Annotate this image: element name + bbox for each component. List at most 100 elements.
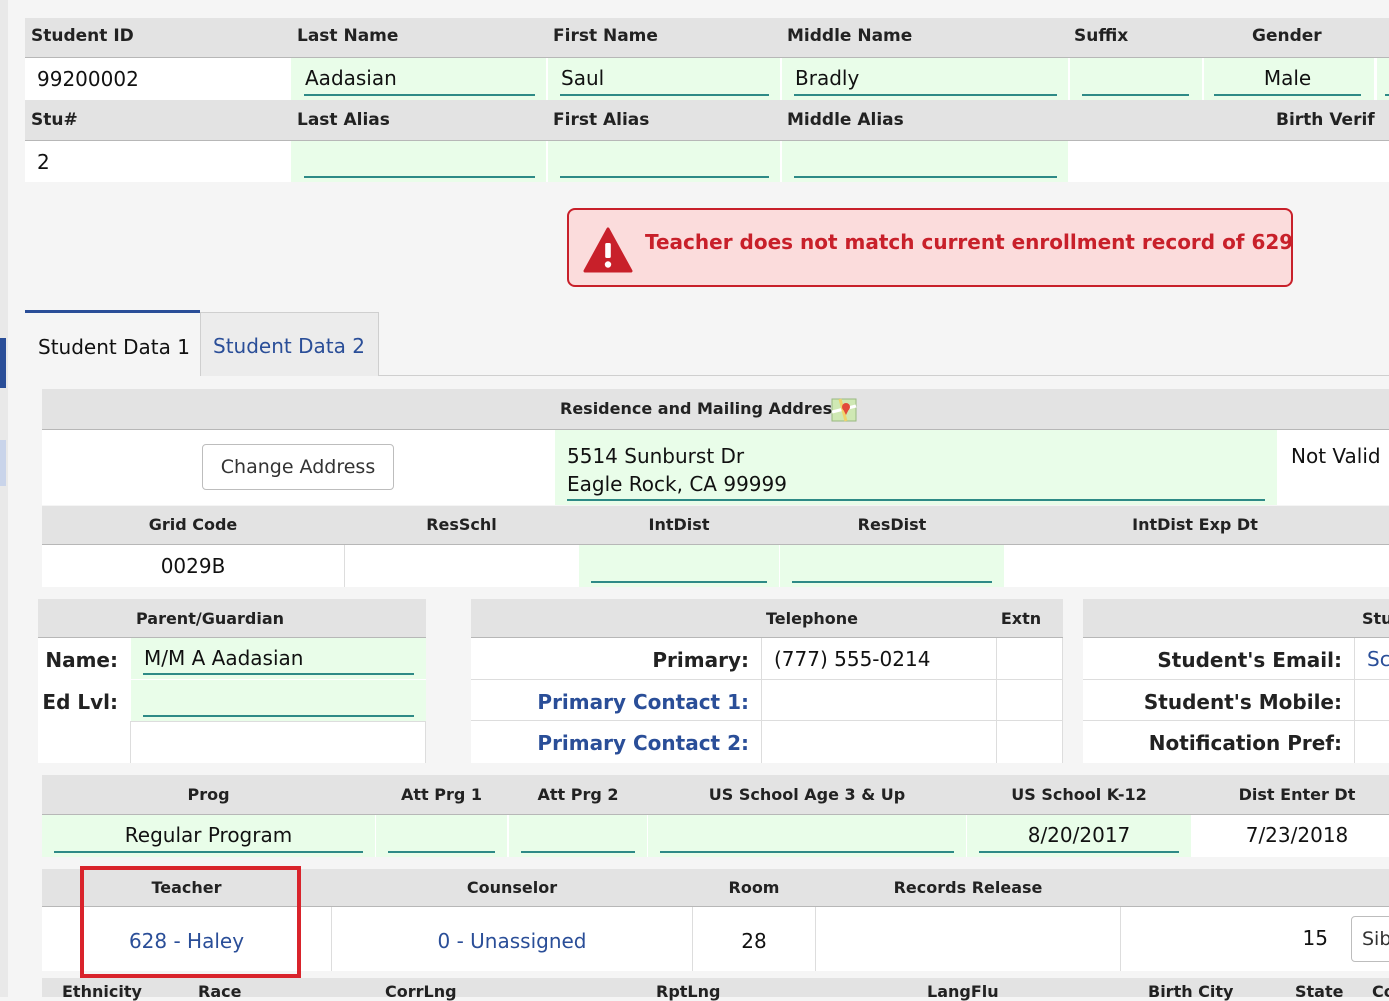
- header-suffix: Suffix: [1074, 26, 1129, 46]
- tab-student-data-1-label: Student Data 1: [38, 335, 190, 359]
- last-alias-input[interactable]: [304, 145, 535, 178]
- warning-icon: [583, 227, 633, 273]
- header-records-release: Records Release: [893, 878, 1043, 897]
- alert-message: Teacher does not match current enrollmen…: [645, 230, 1294, 254]
- grid-separator: [344, 545, 345, 587]
- header-co: Co: [1372, 982, 1389, 1001]
- header-birth-verif: Birth Verif: [1276, 110, 1375, 130]
- resdist-input[interactable]: [792, 549, 992, 583]
- dist-enter-dt-value: 7/23/2018: [1245, 823, 1349, 847]
- student-email-link[interactable]: Sc: [1367, 647, 1389, 671]
- header-us-school-age: US School Age 3 & Up: [708, 785, 906, 804]
- teacher-highlight-box: [80, 866, 301, 978]
- telephone-title: Telephone: [765, 609, 859, 628]
- header-last-name: Last Name: [297, 26, 399, 46]
- header-langflu: LangFlu: [927, 982, 999, 1001]
- header-first-name: First Name: [553, 26, 658, 46]
- tab-student-data-2[interactable]: Student Data 2: [200, 312, 379, 376]
- sibling-button[interactable]: Sib: [1351, 916, 1389, 962]
- parent-col-separator: [130, 721, 131, 763]
- header-stu-num: Stu#: [31, 110, 78, 130]
- header-resschl: ResSchl: [426, 515, 497, 534]
- telephone-row-sep-2: [471, 720, 1063, 721]
- header-corrlng: CorrLng: [385, 982, 457, 1001]
- first-name-value: Saul: [561, 66, 605, 90]
- gender-value: Male: [1263, 66, 1312, 90]
- records-count-value: 15: [1302, 926, 1328, 950]
- address-line-1: 5514 Sunburst Dr: [567, 444, 745, 468]
- student-contact-header: [1083, 599, 1389, 638]
- header-rptlng: RptLng: [656, 982, 721, 1001]
- telephone-row-sep-1: [471, 679, 1063, 680]
- header-race: Race: [198, 982, 242, 1001]
- enrollment-alert: Teacher does not match current enrollmen…: [567, 208, 1293, 287]
- header-counselor: Counselor: [466, 878, 558, 897]
- header-grid-code: Grid Code: [148, 515, 238, 534]
- map-icon[interactable]: [831, 398, 857, 422]
- first-alias-input[interactable]: [560, 145, 769, 178]
- header-dist-enter-dt: Dist Enter Dt: [1238, 785, 1356, 804]
- prog-value: Regular Program: [124, 823, 293, 847]
- parent-name-label: Name:: [45, 648, 118, 672]
- counselor-link[interactable]: 0 - Unassigned: [332, 929, 692, 953]
- header-state: State: [1295, 982, 1344, 1001]
- parent-edlvl-label: Ed Lvl:: [42, 690, 118, 714]
- stu-num-value: 2: [37, 150, 50, 174]
- sibling-button-label: Sib: [1362, 928, 1389, 950]
- parent-name-value: M/M A Aadasian: [144, 646, 304, 670]
- notification-pref-label: Notification Pref:: [1148, 731, 1342, 755]
- middle-alias-input[interactable]: [794, 145, 1057, 178]
- address-status: Not Valid: [1291, 444, 1381, 468]
- student-id-value: 99200002: [37, 67, 139, 91]
- primary-contact-2-link[interactable]: Primary Contact 2:: [480, 731, 749, 755]
- primary-contact-1-link[interactable]: Primary Contact 1:: [480, 690, 749, 714]
- change-address-button[interactable]: Change Address: [202, 444, 394, 490]
- tab-student-data-1[interactable]: Student Data 1: [25, 310, 200, 376]
- tab-student-data-2-label: Student Data 2: [213, 334, 365, 358]
- header-prog: Prog: [187, 785, 230, 804]
- middle-name-value: Bradly: [795, 66, 860, 90]
- header-us-school-k12: US School K-12: [1011, 785, 1147, 804]
- att-prg-1-input[interactable]: [388, 819, 495, 853]
- student-contact-row-sep-1: [1083, 679, 1389, 680]
- student-header-row-2: [25, 100, 1389, 141]
- header-student-id: Student ID: [31, 26, 134, 46]
- student-header-row-1: [25, 18, 1389, 58]
- header-att-prg-1: Att Prg 1: [400, 785, 483, 804]
- header-first-alias: First Alias: [553, 110, 650, 130]
- telephone-primary-value: (777) 555-0214: [774, 647, 931, 671]
- att-prg-2-input[interactable]: [521, 819, 635, 853]
- parent-col-separator-2: [425, 721, 426, 763]
- header-middle-name: Middle Name: [787, 26, 913, 46]
- left-edge-strip: [0, 0, 8, 997]
- telephone-col-sep-1: [761, 638, 762, 763]
- room-value: 28: [741, 929, 767, 953]
- telephone-col-sep-2: [996, 638, 997, 763]
- grid-code-value: 0029B: [160, 554, 226, 578]
- assign-sep-3: [815, 907, 816, 971]
- header-middle-alias: Middle Alias: [787, 110, 904, 130]
- us-school-k12-value: 8/20/2017: [1027, 823, 1131, 847]
- telephone-primary-label: Primary:: [652, 648, 749, 672]
- address-line-2: Eagle Rock, CA 99999: [567, 472, 787, 496]
- student-contact-row-sep-2: [1083, 720, 1389, 721]
- left-edge-marker-2: [0, 440, 6, 486]
- parent-row-separator: [131, 721, 426, 722]
- change-address-label: Change Address: [220, 456, 376, 478]
- header-last-alias: Last Alias: [297, 110, 390, 130]
- student-contact-col-sep: [1354, 638, 1355, 763]
- suffix-input[interactable]: [1082, 62, 1189, 96]
- telephone-extn-title: Extn: [1000, 609, 1042, 628]
- header-room: Room: [728, 878, 780, 897]
- header-intdist-exp-dt: IntDist Exp Dt: [1132, 515, 1258, 534]
- parent-edlvl-input[interactable]: [143, 684, 414, 717]
- student-contact-title: Stu: [1362, 609, 1389, 628]
- intdist-input[interactable]: [591, 549, 767, 583]
- header-birth-city: Birth City: [1148, 982, 1234, 1001]
- header-ethnicity: Ethnicity: [62, 982, 142, 1001]
- last-name-value: Aadasian: [305, 66, 397, 90]
- header-resdist: ResDist: [857, 515, 927, 534]
- us-school-age-input[interactable]: [660, 819, 954, 853]
- left-edge-marker: [0, 338, 6, 388]
- address-title: Residence and Mailing Address: [560, 399, 842, 418]
